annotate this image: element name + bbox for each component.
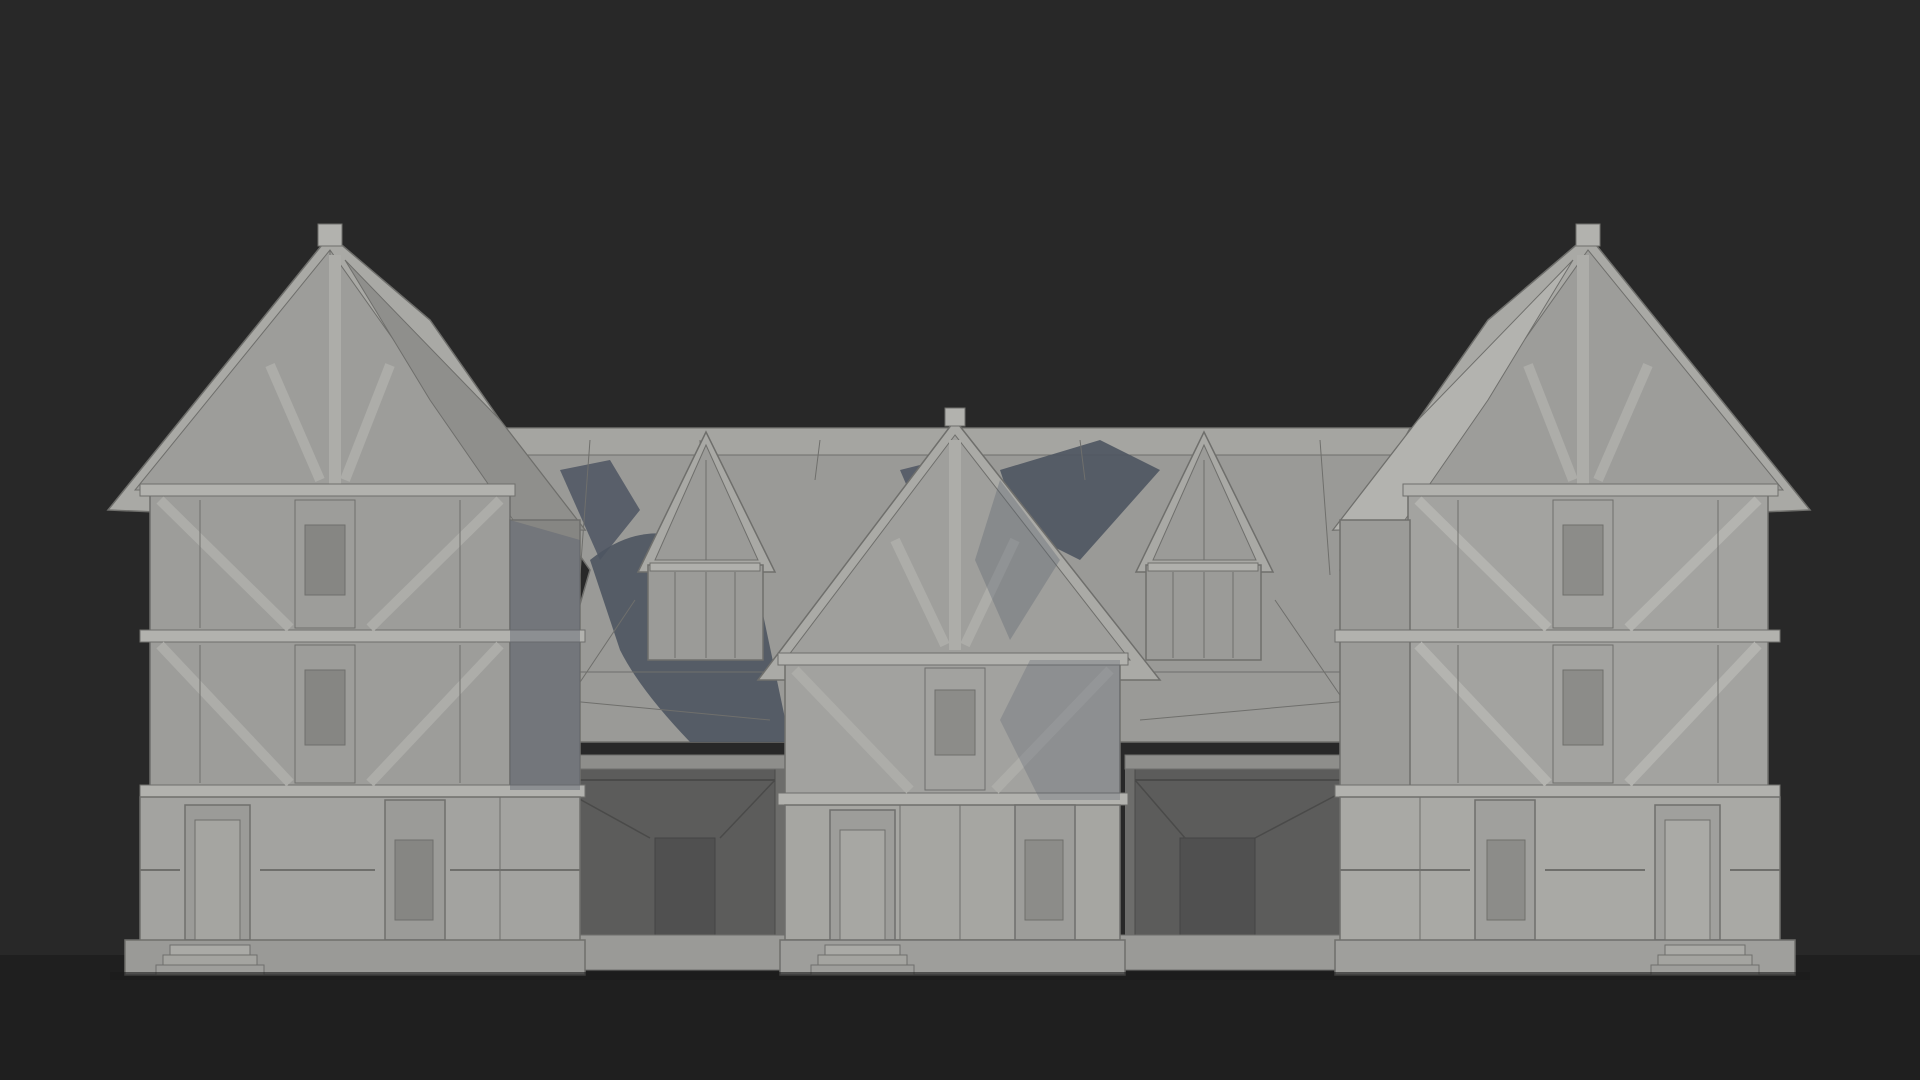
right-tower <box>1331 223 1812 976</box>
left-tower <box>106 223 587 976</box>
building-render <box>106 223 1812 980</box>
render-viewport <box>0 0 1920 1080</box>
